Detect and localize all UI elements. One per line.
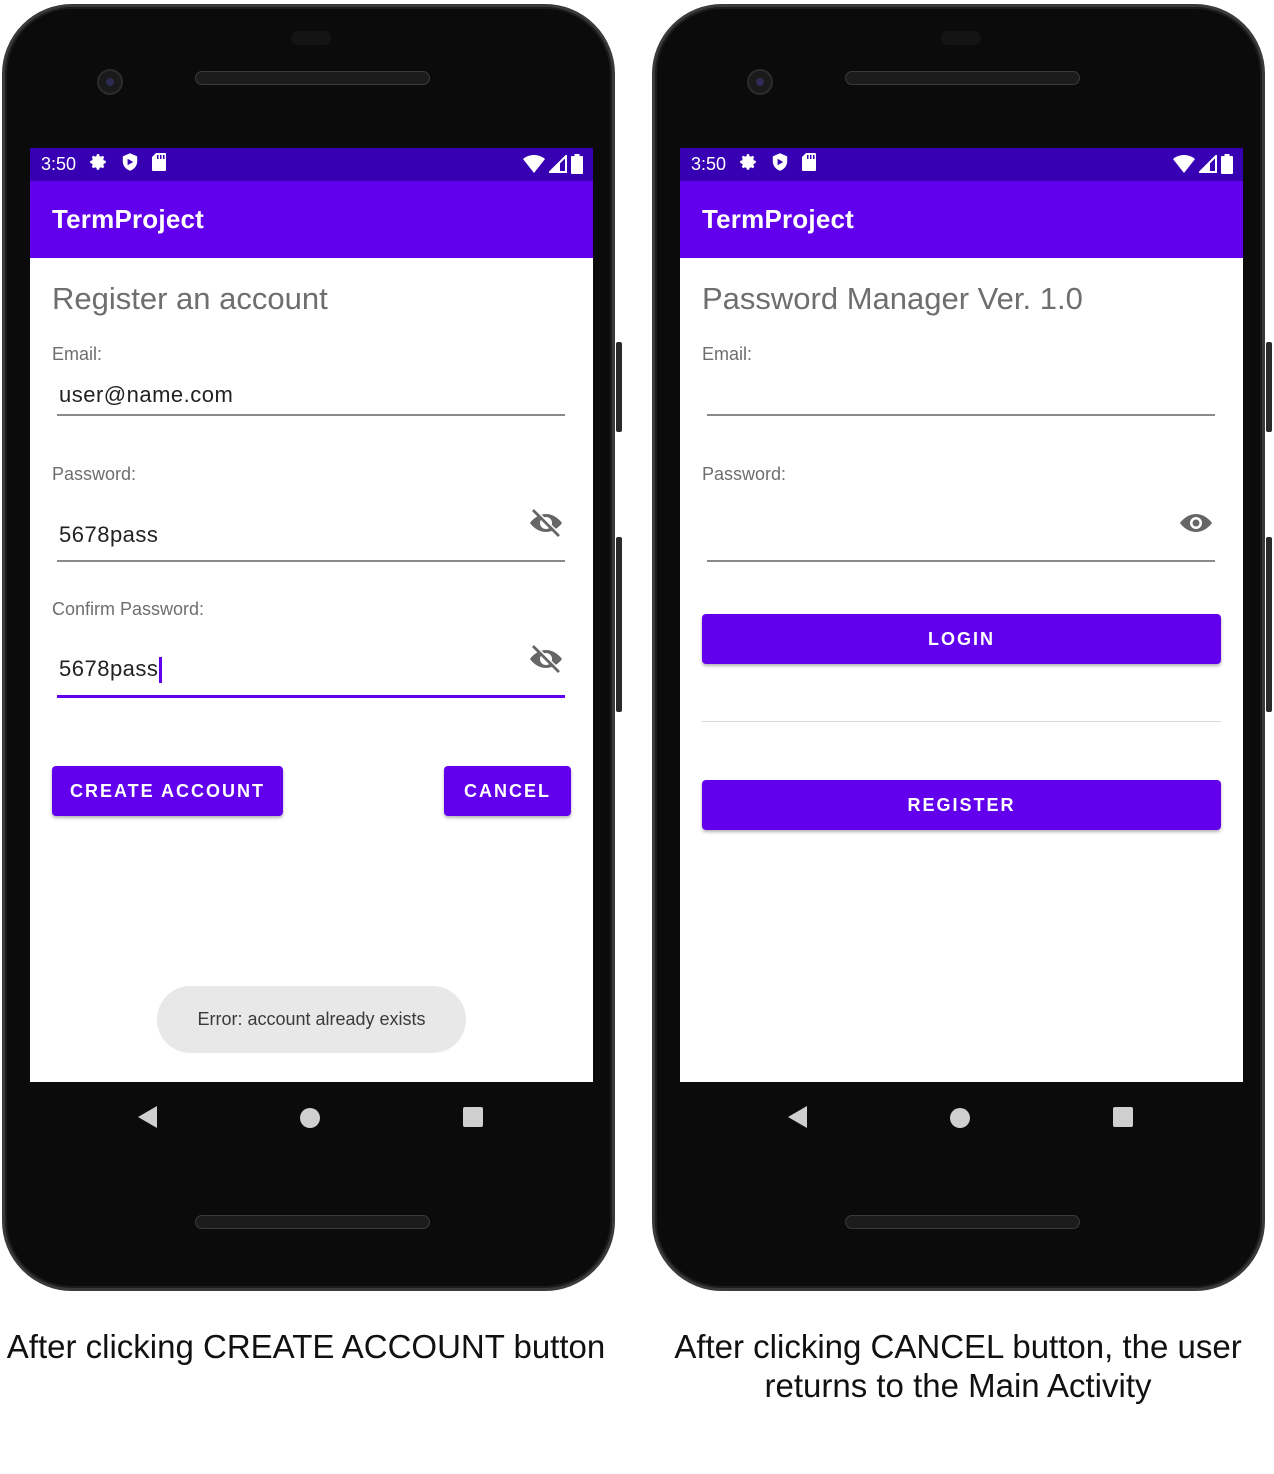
confirm-password-value: 5678pass	[59, 656, 163, 684]
signal-icon	[1199, 155, 1217, 173]
page-title: Register an account	[52, 281, 328, 316]
sd-card-icon	[152, 153, 167, 176]
power-button	[616, 342, 622, 432]
left-phone-frame: 3:50 TermProject Register an account Ema…	[2, 4, 622, 1291]
app-bar-title: TermProject	[30, 181, 593, 258]
volume-button	[1266, 537, 1272, 712]
app-bar-title: TermProject	[680, 181, 1243, 258]
eye-off-icon[interactable]	[529, 508, 563, 538]
divider	[702, 721, 1221, 722]
status-right-icons	[1173, 154, 1233, 174]
top-speaker	[845, 71, 1080, 85]
back-icon[interactable]	[138, 1106, 157, 1128]
left-caption: After clicking CREATE ACCOUNT button	[6, 1328, 606, 1365]
status-right-icons	[523, 154, 583, 174]
back-icon[interactable]	[788, 1106, 807, 1128]
navigation-bar	[680, 1082, 1243, 1152]
front-sensor	[941, 31, 981, 45]
register-button[interactable]: REGISTER	[702, 780, 1221, 830]
wifi-icon	[523, 155, 545, 173]
left-screen: 3:50 TermProject Register an account Ema…	[30, 148, 593, 1082]
confirm-password-field[interactable]: 5678pass	[57, 636, 565, 698]
battery-icon	[1221, 154, 1233, 174]
right-phone-frame: 3:50 TermProject Password Manager Ver. 1…	[652, 4, 1272, 1291]
front-camera	[97, 69, 123, 95]
text-cursor	[159, 657, 163, 684]
shield-icon	[122, 153, 138, 176]
signal-icon	[549, 155, 567, 173]
home-icon[interactable]	[300, 1108, 320, 1128]
volume-button	[616, 537, 622, 712]
password-field[interactable]: 5678pass	[57, 500, 565, 562]
right-caption: After clicking CANCEL button, the user r…	[652, 1327, 1264, 1405]
cancel-button[interactable]: CANCEL	[444, 766, 571, 816]
email-field[interactable]	[707, 370, 1215, 416]
eye-icon[interactable]	[1179, 508, 1213, 538]
create-account-button[interactable]: CREATE ACCOUNT	[52, 766, 283, 816]
login-button[interactable]: LOGIN	[702, 614, 1221, 664]
shield-icon	[772, 153, 788, 176]
right-caption-line-2: returns to the Main Activity	[764, 1367, 1152, 1404]
screenshot-root: 3:50 TermProject Register an account Ema…	[0, 0, 1274, 1474]
battery-icon	[571, 154, 583, 174]
bottom-speaker	[195, 1215, 430, 1229]
error-toast: Error: account already exists	[157, 986, 466, 1053]
right-caption-line-1: After clicking CANCEL button, the user	[674, 1328, 1242, 1365]
status-bar: 3:50	[30, 148, 593, 181]
password-value: 5678pass	[59, 522, 159, 547]
password-field[interactable]	[707, 500, 1215, 562]
eye-off-icon[interactable]	[529, 644, 563, 674]
email-label: Email:	[52, 344, 103, 364]
bottom-speaker	[845, 1215, 1080, 1229]
home-icon[interactable]	[950, 1108, 970, 1128]
sd-card-icon	[802, 153, 817, 176]
status-bar: 3:50	[680, 148, 1243, 181]
email-label: Email:	[702, 344, 753, 364]
recents-icon[interactable]	[463, 1107, 483, 1127]
email-field[interactable]: user@name.com	[57, 370, 565, 416]
front-camera	[747, 69, 773, 95]
password-label: Password:	[702, 464, 787, 484]
gear-icon	[740, 153, 758, 176]
front-sensor	[291, 31, 331, 45]
navigation-bar	[30, 1082, 593, 1152]
status-time: 3:50	[41, 154, 77, 174]
recents-icon[interactable]	[1113, 1107, 1133, 1127]
status-time: 3:50	[691, 154, 727, 174]
wifi-icon	[1173, 155, 1195, 173]
confirm-password-label: Confirm Password:	[52, 599, 205, 619]
page-title: Password Manager Ver. 1.0	[702, 281, 1083, 316]
right-screen: 3:50 TermProject Password Manager Ver. 1…	[680, 148, 1243, 1082]
password-label: Password:	[52, 464, 137, 484]
gear-icon	[90, 153, 108, 176]
top-speaker	[195, 71, 430, 85]
power-button	[1266, 342, 1272, 432]
email-value: user@name.com	[59, 382, 234, 407]
